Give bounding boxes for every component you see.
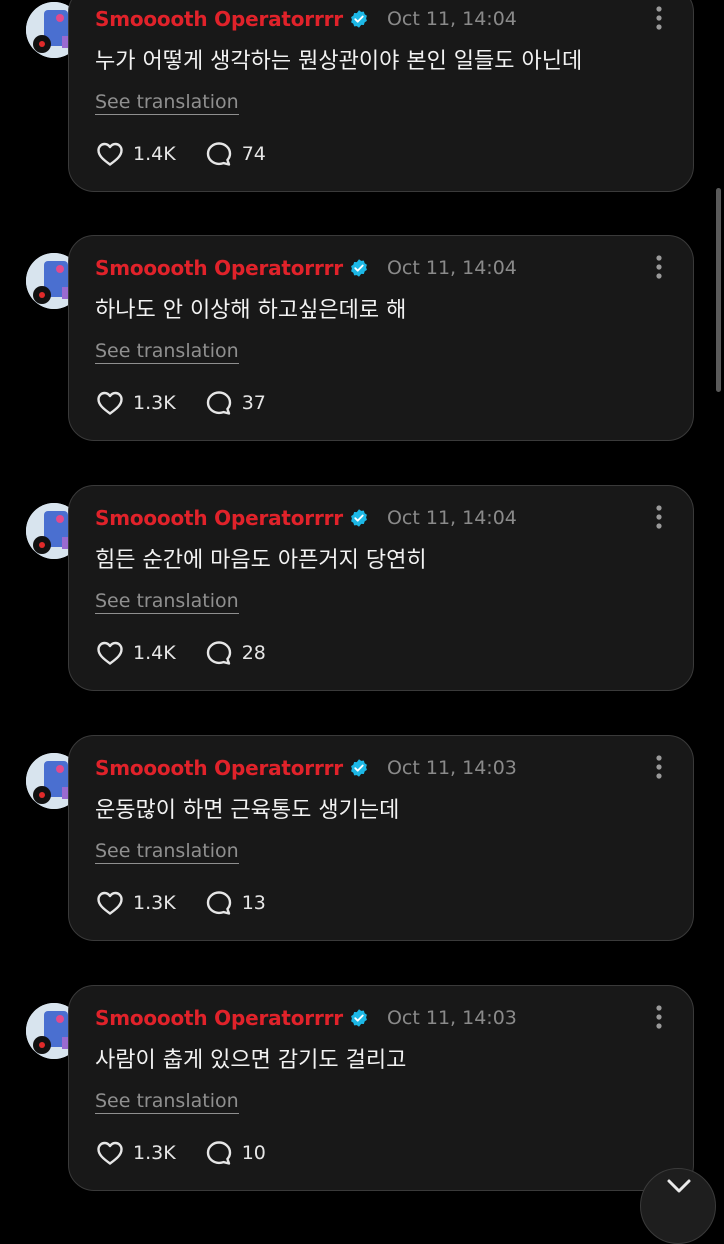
like-button[interactable]: 1.3K <box>95 1138 176 1168</box>
reply-count: 74 <box>241 143 266 165</box>
reply-count: 28 <box>241 642 266 664</box>
timestamp: Oct 11, 14:03 <box>386 1007 517 1029</box>
reply-count: 13 <box>241 892 266 914</box>
comment-actions: 1.4K 74 <box>95 139 294 169</box>
scrollbar[interactable] <box>716 188 721 392</box>
comment-actions: 1.3K 10 <box>95 1138 294 1168</box>
heart-icon <box>97 891 123 915</box>
more-vertical-icon[interactable] <box>655 754 663 780</box>
speech-bubble-icon <box>206 891 231 915</box>
like-count: 1.3K <box>133 1142 176 1164</box>
like-count: 1.4K <box>133 143 176 165</box>
verified-badge-icon <box>351 1009 367 1027</box>
verified-badge-icon <box>351 509 367 527</box>
timestamp: Oct 11, 14:04 <box>386 8 517 30</box>
more-vertical-icon[interactable] <box>655 1004 663 1030</box>
verified-badge-icon <box>351 259 367 277</box>
see-translation-link[interactable]: See translation <box>95 1090 239 1114</box>
comment-text: 사람이 춥게 있으면 감기도 걸리고 <box>95 1048 407 1073</box>
reply-button[interactable]: 37 <box>204 388 266 418</box>
comment-header: Smooooth Operatorrrr Oct 11, 14:03 <box>95 1006 517 1030</box>
comment-card: Smooooth Operatorrrr Oct 11, 14:04 누가 어떻… <box>68 0 694 192</box>
comment-text: 누가 어떻게 생각하는 뭔상관이야 본인 일들도 아닌데 <box>95 49 583 74</box>
comment-header: Smooooth Operatorrrr Oct 11, 14:04 <box>95 506 517 530</box>
comment-header: Smooooth Operatorrrr Oct 11, 14:03 <box>95 756 517 780</box>
like-button[interactable]: 1.3K <box>95 888 176 918</box>
speech-bubble-icon <box>206 391 231 415</box>
comment-actions: 1.3K 37 <box>95 388 294 418</box>
speech-bubble-icon <box>206 142 231 166</box>
comment: Smooooth Operatorrrr Oct 11, 14:03 운동많이 … <box>0 735 724 985</box>
author-name[interactable]: Smooooth Operatorrrr <box>95 506 343 530</box>
like-count: 1.3K <box>133 392 176 414</box>
reply-button[interactable]: 10 <box>204 1138 266 1168</box>
comment-text: 운동많이 하면 근육통도 생기는데 <box>95 798 400 823</box>
comment: Smooooth Operatorrrr Oct 11, 14:04 누가 어떻… <box>0 0 724 236</box>
comment-actions: 1.4K 28 <box>95 638 294 668</box>
comment: Smooooth Operatorrrr Oct 11, 14:04 힘든 순간… <box>0 485 724 735</box>
comment-header: Smooooth Operatorrrr Oct 11, 14:04 <box>95 7 517 31</box>
heart-icon <box>97 1141 123 1165</box>
scroll-down-button[interactable] <box>640 1168 716 1244</box>
reply-count: 37 <box>241 392 266 414</box>
comment: Smooooth Operatorrrr Oct 11, 14:03 사람이 춥… <box>0 985 724 1235</box>
more-vertical-icon[interactable] <box>655 504 663 530</box>
heart-icon <box>97 391 123 415</box>
see-translation-link[interactable]: See translation <box>95 590 239 614</box>
author-name[interactable]: Smooooth Operatorrrr <box>95 756 343 780</box>
timestamp: Oct 11, 14:04 <box>386 507 517 529</box>
author-name[interactable]: Smooooth Operatorrrr <box>95 7 343 31</box>
like-button[interactable]: 1.4K <box>95 638 176 668</box>
like-button[interactable]: 1.3K <box>95 388 176 418</box>
author-name[interactable]: Smooooth Operatorrrr <box>95 1006 343 1030</box>
see-translation-link[interactable]: See translation <box>95 340 239 364</box>
comment-text: 하나도 안 이상해 하고싶은데로 해 <box>95 298 407 323</box>
see-translation-link[interactable]: See translation <box>95 840 239 864</box>
reply-button[interactable]: 13 <box>204 888 266 918</box>
reply-button[interactable]: 28 <box>204 638 266 668</box>
comment-text: 힘든 순간에 마음도 아픈거지 당연히 <box>95 548 427 573</box>
reply-button[interactable]: 74 <box>204 139 266 169</box>
heart-icon <box>97 142 123 166</box>
comment-card: Smooooth Operatorrrr Oct 11, 14:03 사람이 춥… <box>68 985 694 1191</box>
comment: Smooooth Operatorrrr Oct 11, 14:04 하나도 안… <box>0 235 724 485</box>
timestamp: Oct 11, 14:03 <box>386 757 517 779</box>
timestamp: Oct 11, 14:04 <box>386 257 517 279</box>
verified-badge-icon <box>351 759 367 777</box>
speech-bubble-icon <box>206 1141 231 1165</box>
see-translation-link[interactable]: See translation <box>95 91 239 115</box>
heart-icon <box>97 641 123 665</box>
comment-card: Smooooth Operatorrrr Oct 11, 14:03 운동많이 … <box>68 735 694 941</box>
more-vertical-icon[interactable] <box>655 254 663 280</box>
author-name[interactable]: Smooooth Operatorrrr <box>95 256 343 280</box>
comment-header: Smooooth Operatorrrr Oct 11, 14:04 <box>95 256 517 280</box>
like-count: 1.4K <box>133 642 176 664</box>
reply-count: 10 <box>241 1142 266 1164</box>
comment-actions: 1.3K 13 <box>95 888 294 918</box>
comment-card: Smooooth Operatorrrr Oct 11, 14:04 하나도 안… <box>68 235 694 441</box>
like-count: 1.3K <box>133 892 176 914</box>
more-vertical-icon[interactable] <box>655 5 663 31</box>
chevron-down-icon <box>667 1179 691 1193</box>
speech-bubble-icon <box>206 641 231 665</box>
verified-badge-icon <box>351 10 367 28</box>
comment-card: Smooooth Operatorrrr Oct 11, 14:04 힘든 순간… <box>68 485 694 691</box>
like-button[interactable]: 1.4K <box>95 139 176 169</box>
